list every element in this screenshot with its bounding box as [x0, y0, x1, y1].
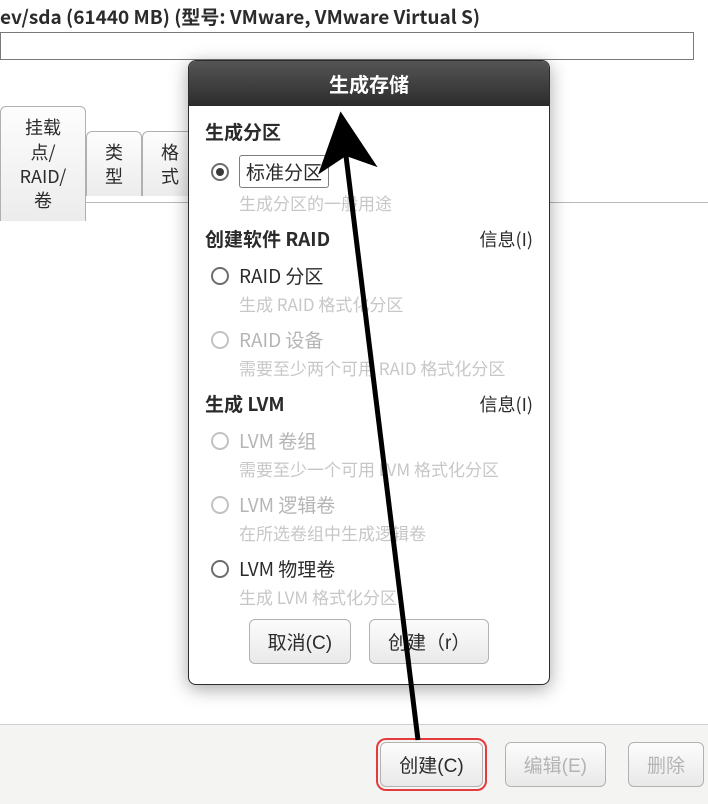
dialog-button-row: 取消(C) 创建（r） — [205, 619, 533, 664]
radio-icon — [211, 163, 229, 181]
radio-lvm-lv: LVM 逻辑卷 — [211, 491, 533, 518]
radio-raid-device-label: RAID 设备 — [239, 326, 323, 353]
section-partition-title: 生成分区 — [205, 118, 533, 145]
radio-lvm-lv-label: LVM 逻辑卷 — [239, 491, 335, 518]
edit-button: 编辑(E) — [505, 742, 606, 787]
create-storage-dialog: 生成存储 生成分区 标准分区 生成分区的一般用途 创建软件 RAID 信息(I)… — [188, 60, 550, 685]
radio-lvm-vg: LVM 卷组 — [211, 427, 533, 454]
dialog-create-button[interactable]: 创建（r） — [369, 619, 489, 664]
radio-icon — [211, 432, 229, 450]
radio-icon — [211, 560, 229, 578]
radio-standard-partition-label: 标准分区 — [239, 155, 329, 188]
device-header: ev/sda (61440 MB) (型号: VMware, VMware Vi… — [0, 0, 708, 36]
raid-info-link[interactable]: 信息(I) — [480, 226, 533, 252]
radio-lvm-pv-label: LVM 物理卷 — [239, 555, 335, 582]
column-type[interactable]: 类型 — [86, 131, 142, 197]
dialog-cancel-button[interactable]: 取消(C) — [249, 619, 351, 664]
radio-raid-partition-label: RAID 分区 — [239, 262, 323, 289]
lvm-vg-desc: 需要至少一个可用 LVM 格式化分区 — [239, 456, 533, 481]
lvm-pv-desc: 生成 LVM 格式化分区 — [239, 584, 533, 609]
radio-standard-partition[interactable]: 标准分区 — [211, 155, 533, 188]
delete-button: 删除 — [628, 742, 704, 787]
section-lvm-title: 生成 LVM 信息(I) — [205, 390, 533, 417]
lvm-lv-desc: 在所选卷组中生成逻辑卷 — [239, 520, 533, 545]
radio-raid-partition[interactable]: RAID 分区 — [211, 262, 533, 289]
raid-device-desc: 需要至少两个可用 RAID 格式化分区 — [239, 355, 533, 380]
radio-raid-device: RAID 设备 — [211, 326, 533, 353]
footer-toolbar: 创建(C) 编辑(E) 删除 — [0, 724, 708, 804]
section-raid-title: 创建软件 RAID 信息(I) — [205, 225, 533, 252]
radio-lvm-pv[interactable]: LVM 物理卷 — [211, 555, 533, 582]
radio-icon — [211, 331, 229, 349]
device-bar — [0, 32, 694, 60]
radio-icon — [211, 496, 229, 514]
create-button[interactable]: 创建(C) — [380, 742, 482, 787]
radio-icon — [211, 267, 229, 285]
lvm-info-link[interactable]: 信息(I) — [480, 391, 533, 417]
radio-lvm-vg-label: LVM 卷组 — [239, 427, 316, 454]
dialog-title: 生成存储 — [189, 61, 549, 106]
standard-partition-desc: 生成分区的一般用途 — [239, 190, 533, 215]
column-mount-raid[interactable]: 挂载点/ RAID/卷 — [0, 106, 86, 220]
raid-partition-desc: 生成 RAID 格式化分区 — [239, 291, 533, 316]
